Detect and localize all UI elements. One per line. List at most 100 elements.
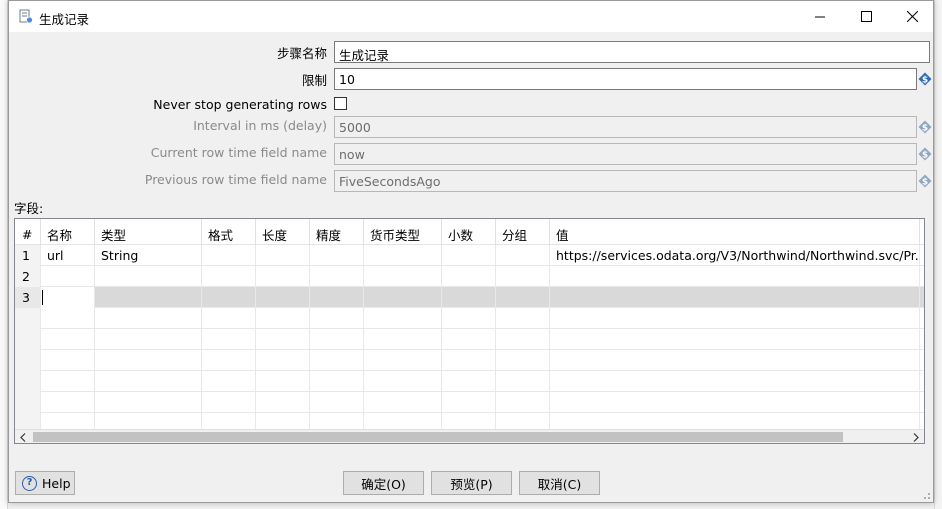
current-time-input[interactable]: now <box>334 143 917 165</box>
cell-name[interactable] <box>41 266 95 287</box>
window-title: 生成记录 <box>39 12 90 27</box>
empty-row <box>15 329 924 350</box>
current-time-label: Current row time field name <box>150 145 327 160</box>
column-header-value[interactable]: 值 <box>550 219 920 245</box>
cell-empty <box>550 392 920 413</box>
cell-empty <box>550 371 920 392</box>
cell-empty <box>496 308 550 329</box>
cell-format[interactable] <box>202 266 256 287</box>
column-header-currency[interactable]: 货币类型 <box>364 219 442 245</box>
cell-empty <box>496 350 550 371</box>
cell-empty <box>256 392 310 413</box>
cell-type[interactable] <box>95 287 202 308</box>
column-header-precision[interactable]: 精度 <box>310 219 364 245</box>
background-app-left <box>0 0 8 509</box>
cell-empty <box>256 308 310 329</box>
interval-label: Interval in ms (delay) <box>193 118 327 133</box>
table-row[interactable]: 1 url String https://services.odata.org/… <box>15 245 924 266</box>
column-header-name[interactable]: 名称 <box>41 219 95 245</box>
cell-empty <box>442 371 496 392</box>
scrollbar-thumb[interactable] <box>33 432 843 442</box>
row-number: 1 <box>15 245 41 266</box>
cell-empty <box>256 329 310 350</box>
cell-currency[interactable] <box>364 245 442 266</box>
table-row[interactable]: 2 <box>15 266 924 287</box>
column-header-group[interactable]: 分组 <box>496 219 550 245</box>
cancel-button[interactable]: 取消(C) <box>519 471 600 495</box>
cell-value[interactable]: https://services.odata.org/V3/Northwind/… <box>550 245 920 266</box>
title-bar[interactable]: 生成记录 <box>9 1 933 32</box>
preview-button[interactable]: 预览(P) <box>431 471 512 495</box>
column-header-num[interactable]: # <box>15 219 41 245</box>
cell-empty <box>95 392 202 413</box>
cell-currency[interactable] <box>364 287 442 308</box>
cell-format[interactable] <box>202 287 256 308</box>
variable-icon[interactable]: $ <box>918 174 932 188</box>
horizontal-scrollbar[interactable] <box>15 429 924 443</box>
maximize-icon <box>860 11 872 22</box>
minimize-button[interactable] <box>797 1 843 32</box>
ok-button[interactable]: 确定(O) <box>343 471 424 495</box>
column-header-length[interactable]: 长度 <box>256 219 310 245</box>
cell-empty <box>202 371 256 392</box>
variable-icon[interactable]: $ <box>918 147 932 161</box>
help-button[interactable]: ? Help <box>15 471 75 495</box>
scroll-left-button[interactable] <box>15 430 31 443</box>
row-number <box>15 350 41 371</box>
cell-format[interactable] <box>202 245 256 266</box>
cell-empty <box>256 371 310 392</box>
cell-value[interactable] <box>550 287 920 308</box>
svg-text:$: $ <box>922 178 928 188</box>
step-name-label: 步骤名称 <box>276 46 327 61</box>
cell-name[interactable]: url <box>41 245 95 266</box>
previous-time-input[interactable]: FiveSecondsAgo <box>334 170 917 192</box>
cell-decimal[interactable] <box>442 266 496 287</box>
cell-length[interactable] <box>256 245 310 266</box>
scroll-right-button[interactable] <box>908 430 924 443</box>
cell-empty <box>95 371 202 392</box>
column-header-type[interactable]: 类型 <box>95 219 202 245</box>
column-header-decimal[interactable]: 小数 <box>442 219 496 245</box>
cell-precision[interactable] <box>310 245 364 266</box>
variable-icon[interactable]: $ <box>918 120 932 134</box>
cell-precision[interactable] <box>310 287 364 308</box>
table-row-selected[interactable]: 3 <box>15 287 924 308</box>
cell-currency[interactable] <box>364 266 442 287</box>
cell-empty <box>41 371 95 392</box>
column-header-set-empty[interactable]: 设 <box>920 219 924 245</box>
cell-empty <box>310 392 364 413</box>
row-number: 2 <box>15 266 41 287</box>
chevron-right-icon <box>913 432 919 442</box>
cell-empty <box>202 392 256 413</box>
cell-name-editing[interactable] <box>41 287 95 308</box>
maximize-button[interactable] <box>843 1 889 32</box>
cell-type[interactable] <box>95 266 202 287</box>
limit-label: 限制 <box>301 73 327 88</box>
column-header-format[interactable]: 格式 <box>202 219 256 245</box>
close-button[interactable] <box>889 1 935 32</box>
cell-group[interactable] <box>496 266 550 287</box>
cell-empty <box>202 308 256 329</box>
cell-decimal[interactable] <box>442 287 496 308</box>
interval-input[interactable]: 5000 <box>334 116 917 138</box>
cell-empty <box>41 308 95 329</box>
variable-icon[interactable]: $ <box>918 72 932 86</box>
cell-value[interactable] <box>550 266 920 287</box>
cell-empty <box>364 350 442 371</box>
cell-length[interactable] <box>256 266 310 287</box>
fields-table[interactable]: # 名称 类型 格式 长度 精度 货币类型 小数 分组 值 设 1 url St… <box>14 218 925 444</box>
row-number <box>15 371 41 392</box>
background-app-right <box>934 0 942 509</box>
cell-empty <box>364 392 442 413</box>
step-name-input[interactable]: 生成记录 <box>334 41 930 63</box>
never-stop-checkbox[interactable] <box>334 97 347 110</box>
cell-group[interactable] <box>496 287 550 308</box>
cell-length[interactable] <box>256 287 310 308</box>
resize-grip-icon[interactable] <box>921 490 931 500</box>
limit-input[interactable]: 10 <box>334 68 917 90</box>
cell-empty <box>496 392 550 413</box>
cell-group[interactable] <box>496 245 550 266</box>
cell-type[interactable]: String <box>95 245 202 266</box>
cell-decimal[interactable] <box>442 245 496 266</box>
cell-precision[interactable] <box>310 266 364 287</box>
